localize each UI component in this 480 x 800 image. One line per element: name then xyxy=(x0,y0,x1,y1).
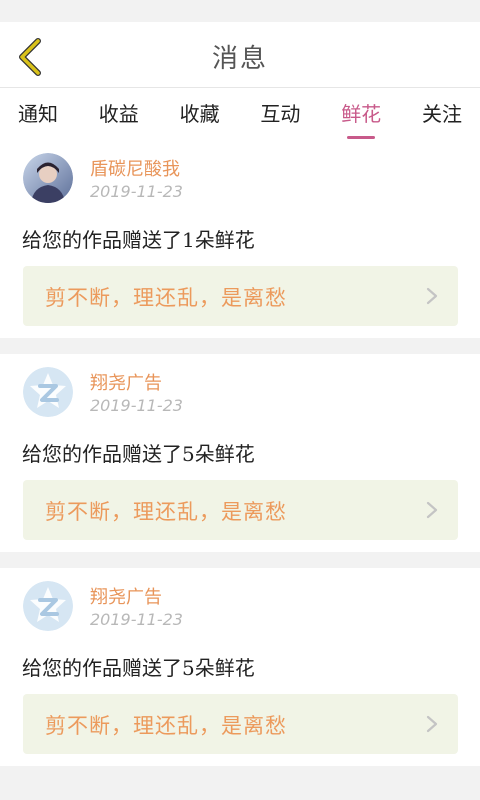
top-bar: 消息 xyxy=(0,22,480,88)
user-photo-icon xyxy=(23,153,73,203)
avatar[interactable] xyxy=(23,153,73,203)
tab-notifications[interactable]: 通知 xyxy=(18,98,58,131)
default-avatar-z-icon xyxy=(23,367,73,417)
message-text: 给您的作品赠送了5朵鲜花 xyxy=(22,442,255,466)
page-title: 消息 xyxy=(211,44,268,74)
chevron-right-icon xyxy=(426,715,438,733)
work-link[interactable]: 剪不断，理还乱，是离愁 xyxy=(23,694,458,754)
avatar[interactable] xyxy=(23,367,73,417)
sender-name[interactable]: 翔尧广告 xyxy=(90,583,162,609)
tab-flowers[interactable]: 鲜花 xyxy=(341,98,381,139)
message-date: 2019-11-23 xyxy=(90,610,183,629)
status-bar-area xyxy=(0,0,480,22)
tab-earnings[interactable]: 收益 xyxy=(99,98,139,131)
divider xyxy=(0,552,480,568)
chevron-right-icon xyxy=(426,287,438,305)
work-link[interactable]: 剪不断，理还乱，是离愁 xyxy=(23,266,458,326)
message-card: 翔尧广告 2019-11-23 给您的作品赠送了5朵鲜花 剪不断，理还乱，是离愁 xyxy=(0,354,480,552)
work-title: 剪不断，理还乱，是离愁 xyxy=(45,500,287,524)
sender-name[interactable]: 翔尧广告 xyxy=(90,369,162,395)
tab-interactions[interactable]: 互动 xyxy=(260,98,300,131)
work-title: 剪不断，理还乱，是离愁 xyxy=(45,714,287,738)
work-title: 剪不断，理还乱，是离愁 xyxy=(45,286,287,310)
message-text: 给您的作品赠送了1朵鲜花 xyxy=(22,228,255,252)
divider xyxy=(0,338,480,354)
chevron-right-icon xyxy=(426,501,438,519)
message-date: 2019-11-23 xyxy=(90,396,183,415)
work-link[interactable]: 剪不断，理还乱，是离愁 xyxy=(23,480,458,540)
message-card: 翔尧广告 2019-11-23 给您的作品赠送了5朵鲜花 剪不断，理还乱，是离愁 xyxy=(0,568,480,766)
tab-favorites[interactable]: 收藏 xyxy=(180,98,220,131)
default-avatar-z-icon xyxy=(23,581,73,631)
tab-bar: 通知 收益 收藏 互动 鲜花 关注 xyxy=(0,88,480,140)
message-card: 盾碳尼酸我 2019-11-23 给您的作品赠送了1朵鲜花 剪不断，理还乱，是离… xyxy=(0,140,480,338)
avatar[interactable] xyxy=(23,581,73,631)
message-text: 给您的作品赠送了5朵鲜花 xyxy=(22,656,255,680)
sender-name[interactable]: 盾碳尼酸我 xyxy=(90,155,180,181)
tab-following[interactable]: 关注 xyxy=(422,98,462,131)
message-date: 2019-11-23 xyxy=(90,182,183,201)
